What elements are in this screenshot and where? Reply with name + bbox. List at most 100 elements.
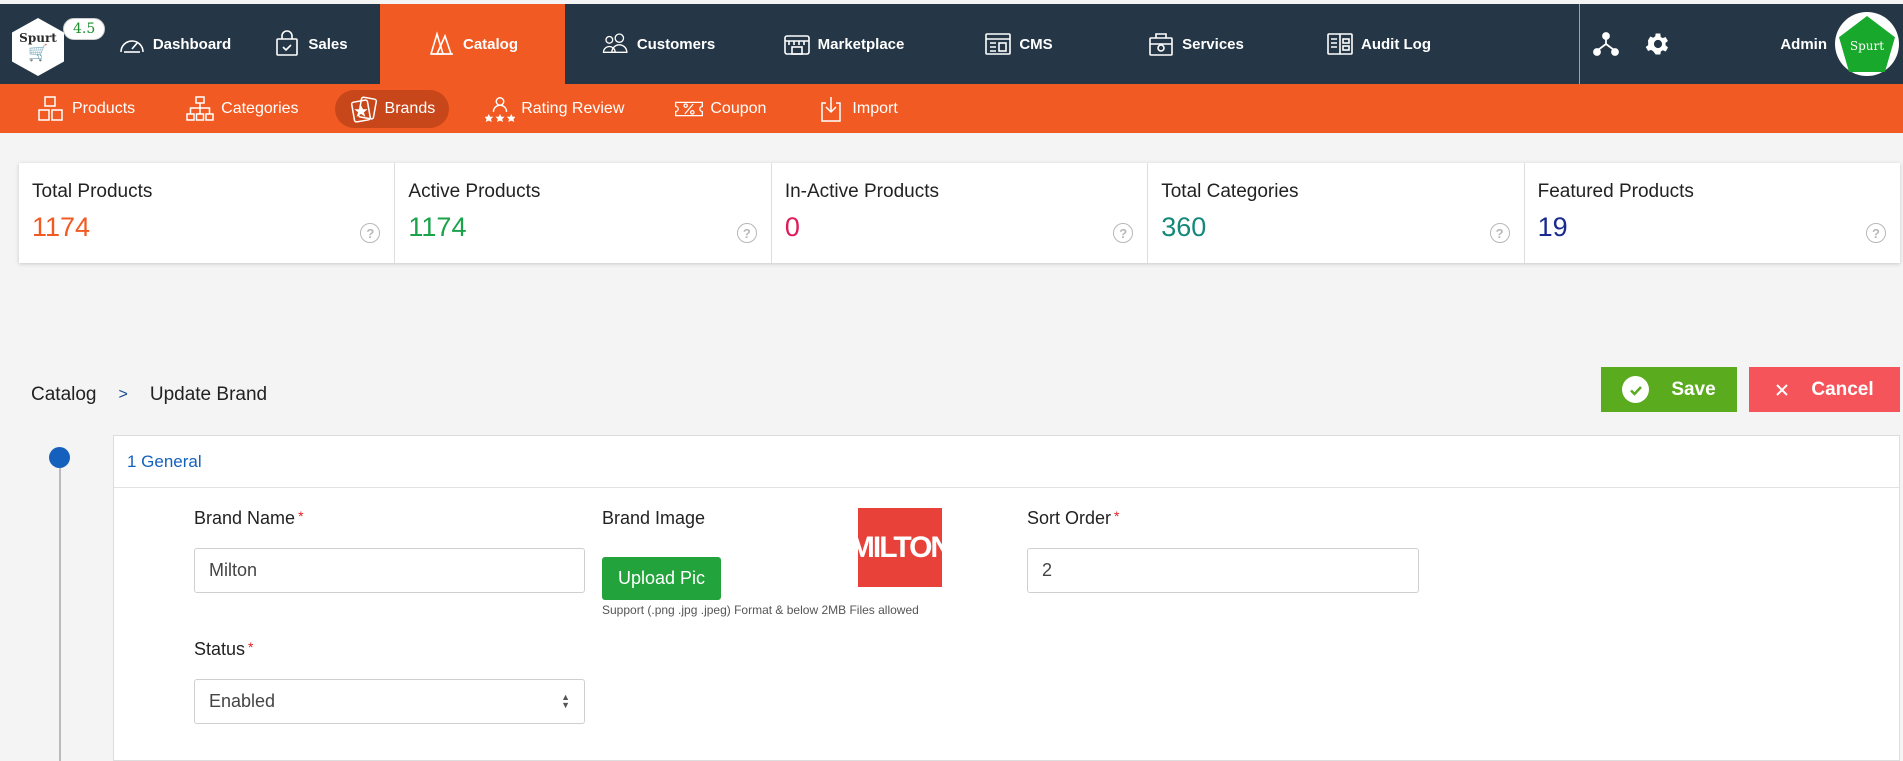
label-text: Sort Order	[1027, 508, 1112, 528]
save-button[interactable]: Save	[1601, 367, 1737, 412]
nav-catalog[interactable]: Catalog	[380, 4, 565, 84]
marketplace-icon	[783, 35, 810, 55]
import-icon	[821, 96, 842, 122]
brand-image-thumbnail: MILTON	[850, 508, 952, 587]
breadcrumb-current: Update Brand	[149, 384, 268, 405]
help-icon[interactable]: ?	[1866, 223, 1887, 243]
version-badge: 4.5	[63, 18, 106, 40]
subnav-label: Categories	[221, 99, 299, 117]
subnav-coupon[interactable]: Coupon	[660, 90, 780, 128]
network-icon	[1593, 32, 1620, 56]
nav-label: Marketplace	[817, 35, 905, 53]
stats-panel: Total Products 1174 ? Active Products 11…	[19, 163, 1900, 263]
top-navbar: Spurt 🛒 4.5 Dashboard Sales Catalog Cust…	[0, 4, 1903, 84]
catalog-subnav: Products Categories Brands Rating Review…	[0, 84, 1903, 133]
required-marker: *	[1114, 508, 1120, 524]
logo[interactable]: Spurt 🛒 4.5	[0, 4, 108, 84]
cart-icon: 🛒	[28, 45, 48, 62]
subnav-products[interactable]: Products	[22, 90, 149, 128]
stat-label: Featured Products	[1537, 181, 1694, 202]
brand-name-label: Brand Name *	[194, 508, 304, 529]
services-icon	[1149, 33, 1173, 56]
stat-value: 1174	[408, 212, 467, 242]
help-icon[interactable]: ?	[736, 223, 757, 243]
status-selected-value: Enabled	[209, 691, 276, 711]
check-icon	[1622, 376, 1650, 403]
subnav-label: Brands	[384, 99, 436, 117]
sort-order-label: Sort Order *	[1027, 508, 1119, 529]
cancel-label: Cancel	[1811, 378, 1874, 400]
shopping-bag-icon	[276, 30, 299, 56]
select-arrows-icon: ▲ ▼	[561, 692, 570, 710]
subnav-rating-review[interactable]: Rating Review	[471, 90, 638, 128]
logo-hexagon: Spurt 🛒	[12, 18, 64, 76]
admin-label[interactable]: Admin	[1780, 36, 1827, 53]
brand-name-input[interactable]	[194, 548, 585, 593]
audit-log-icon	[1327, 33, 1353, 55]
required-marker: *	[298, 508, 304, 524]
stat-inactive-products: In-Active Products 0 ?	[772, 163, 1149, 263]
upload-pic-button[interactable]: Upload Pic	[602, 557, 722, 600]
nav-label: Catalog	[462, 35, 518, 53]
categories-icon	[186, 95, 214, 121]
breadcrumb: Catalog > Update Brand	[31, 384, 267, 406]
speedometer-icon	[120, 40, 144, 53]
customers-icon	[602, 33, 628, 53]
stat-label: Total Products	[32, 181, 153, 202]
subnav-brands[interactable]: Brands	[334, 89, 450, 128]
nav-label: Customers	[636, 35, 716, 53]
nav-label: Dashboard	[152, 35, 232, 53]
sort-order-input[interactable]	[1027, 548, 1419, 593]
network-button[interactable]	[1580, 4, 1632, 84]
nav-label: Sales	[308, 35, 348, 53]
nav-right: Admin Spurt	[1579, 4, 1903, 84]
subnav-label: Rating Review	[521, 99, 625, 117]
save-label: Save	[1671, 378, 1716, 400]
stat-label: In-Active Products	[784, 181, 939, 202]
nav-audit-log[interactable]: Audit Log	[1289, 4, 1467, 84]
stat-total-products: Total Products 1174 ?	[19, 163, 396, 263]
breadcrumb-separator: >	[118, 386, 128, 403]
settings-button[interactable]	[1632, 4, 1684, 84]
nav-dashboard[interactable]: Dashboard	[108, 4, 240, 84]
logo-text: Spurt	[19, 31, 57, 45]
upload-help-text: Support (.png .jpg .jpeg) Format & below…	[602, 603, 919, 617]
nav-customers[interactable]: Customers	[565, 4, 751, 84]
stat-label: Active Products	[408, 181, 541, 202]
section-header[interactable]: 1 General	[114, 436, 1899, 488]
stat-value: 19	[1537, 212, 1568, 242]
breadcrumb-root[interactable]: Catalog	[31, 384, 97, 406]
nav-label: Audit Log	[1361, 35, 1431, 53]
gear-icon	[1646, 33, 1669, 55]
status-label: Status *	[194, 639, 253, 660]
stat-total-categories: Total Categories 360 ?	[1148, 163, 1525, 263]
nav-sales[interactable]: Sales	[240, 4, 380, 84]
nav-label: CMS	[1019, 35, 1053, 53]
required-marker: *	[248, 639, 254, 655]
stat-label: Total Categories	[1161, 181, 1299, 202]
general-form-card: 1 General Brand Name* Brand Image Upload…	[113, 435, 1900, 761]
nav-label: Services	[1182, 35, 1244, 53]
brands-icon	[350, 96, 377, 123]
subnav-label: Products	[72, 99, 136, 117]
status-select[interactable]: Enabled ▲ ▼	[194, 679, 585, 724]
nav-cms[interactable]: CMS	[935, 4, 1101, 84]
cancel-button[interactable]: Cancel	[1749, 367, 1900, 412]
subnav-import[interactable]: Import	[802, 90, 911, 128]
subnav-categories[interactable]: Categories	[171, 90, 312, 128]
stat-value: 360	[1161, 212, 1207, 242]
coupon-icon	[675, 101, 704, 116]
stepper-dot	[49, 447, 70, 468]
close-icon	[1776, 383, 1789, 396]
subnav-label: Coupon	[710, 99, 767, 117]
rating-icon	[485, 96, 516, 122]
brand-image-label: Brand Image	[602, 508, 706, 528]
stat-value: 0	[784, 212, 800, 242]
help-icon[interactable]: ?	[1489, 223, 1510, 243]
nav-marketplace[interactable]: Marketplace	[751, 4, 935, 84]
catalog-icon	[429, 31, 453, 55]
nav-services[interactable]: Services	[1101, 4, 1289, 84]
stat-active-products: Active Products 1174 ?	[395, 163, 772, 263]
cms-icon	[985, 33, 1012, 55]
avatar[interactable]: Spurt	[1835, 12, 1899, 76]
